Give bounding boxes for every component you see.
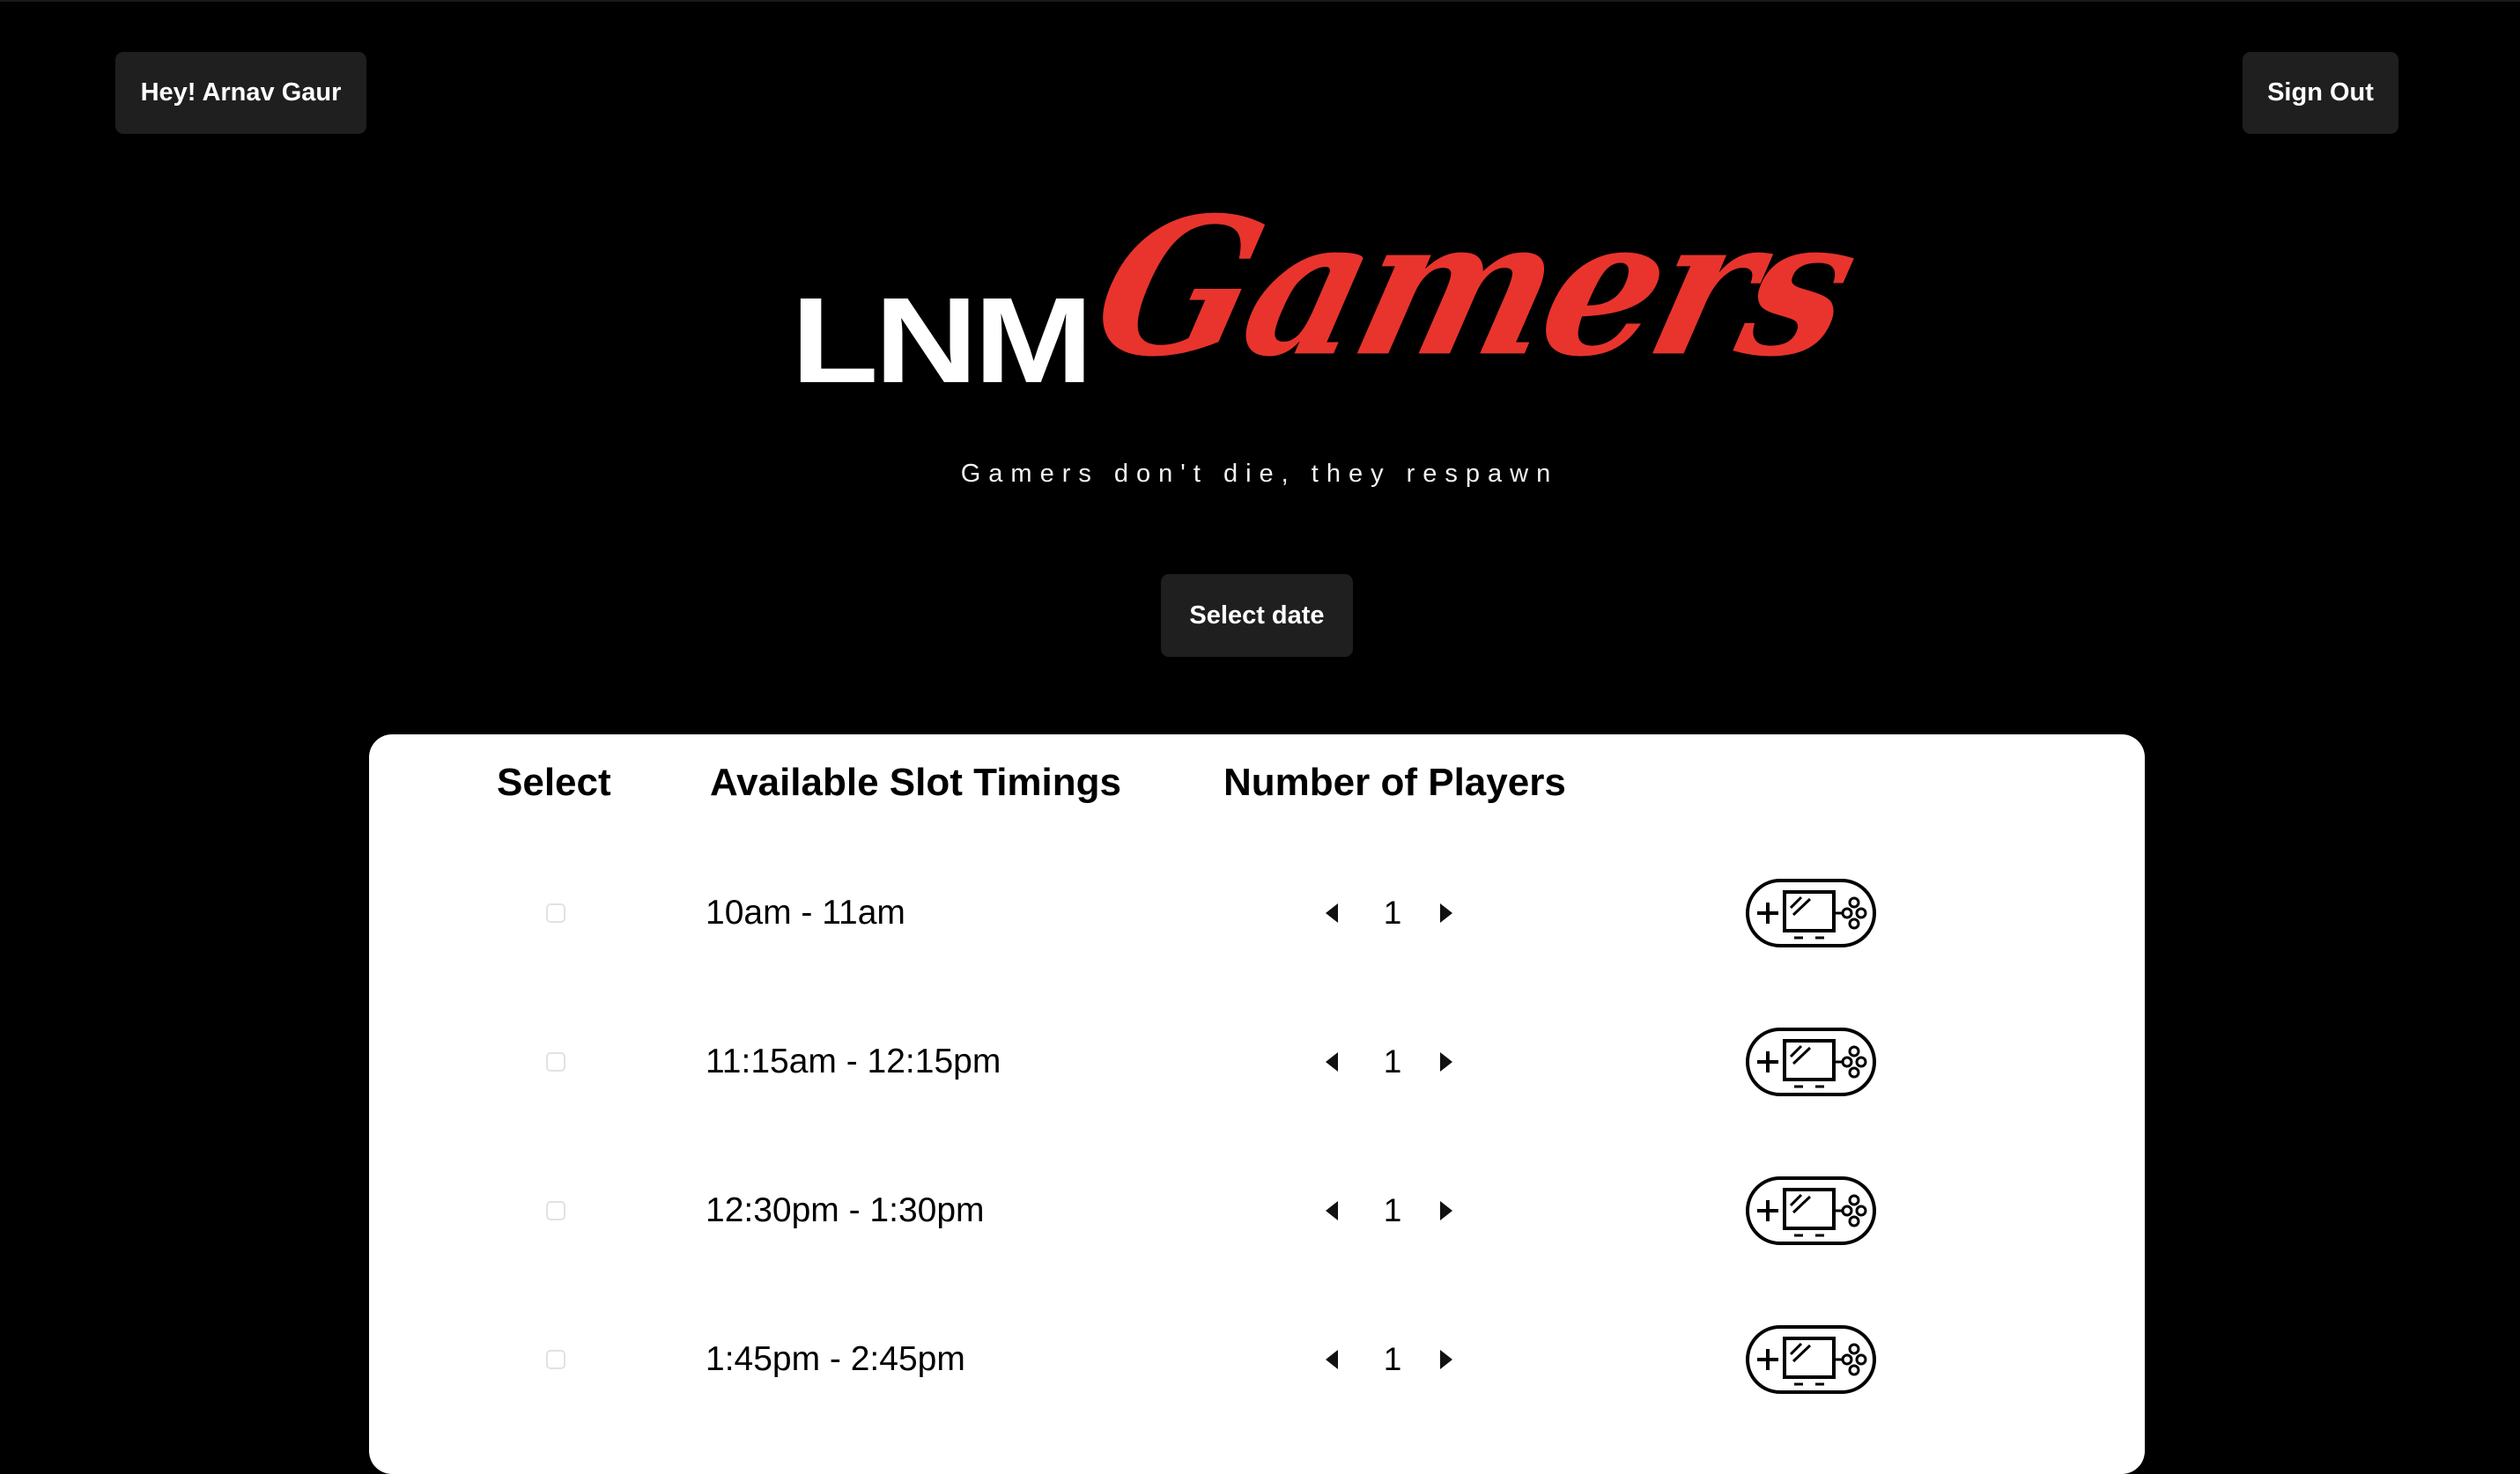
slot-row: 12:30pm - 1:30pm 1 [369,1158,2145,1264]
chevron-right-icon[interactable] [1433,901,1458,925]
players-count: 1 [1383,1043,1402,1080]
slot-time: 11:15am - 12:15pm [706,1043,1001,1080]
slot-row: 11:15am - 12:15pm 1 [369,1009,2145,1115]
slot-row: 10am - 11am 1 [369,860,2145,966]
players-count: 1 [1383,895,1402,931]
add-console-icon[interactable] [1745,1176,1877,1246]
players-stepper: 1 [1320,1184,1452,1237]
chevron-left-icon[interactable] [1320,1050,1345,1074]
slot-table-card: Select Available Slot Timings Number of … [369,734,2145,1474]
logo-text-script: Gamers [1075,176,1873,399]
add-console-icon[interactable] [1745,1027,1877,1097]
players-stepper: 1 [1320,887,1452,940]
slot-time: 10am - 11am [706,894,905,932]
chevron-right-icon[interactable] [1433,1050,1458,1074]
players-count: 1 [1383,1341,1402,1377]
slot-checkbox[interactable] [546,1052,565,1072]
chevron-left-icon[interactable] [1320,901,1345,925]
tagline: Gamers don't die, they respawn [960,460,1559,488]
logo-text-primary: LNM [791,273,1093,409]
select-date-button[interactable]: Select date [1161,574,1353,657]
players-stepper: 1 [1320,1035,1452,1088]
slot-time: 12:30pm - 1:30pm [706,1191,985,1229]
slot-checkbox[interactable] [546,1350,565,1369]
user-greeting-button[interactable]: Hey! Arnav Gaur [115,52,366,134]
column-header-select: Select [497,761,611,804]
players-stepper: 1 [1320,1333,1452,1386]
add-console-icon[interactable] [1745,878,1877,948]
slot-checkbox[interactable] [546,903,565,923]
chevron-right-icon[interactable] [1433,1347,1458,1372]
add-console-icon[interactable] [1745,1324,1877,1395]
column-header-players: Number of Players [1223,761,1566,804]
sign-out-button[interactable]: Sign Out [2243,52,2398,134]
chevron-right-icon[interactable] [1433,1198,1458,1223]
slot-row: 1:45pm - 2:45pm 1 [369,1307,2145,1412]
chevron-left-icon[interactable] [1320,1198,1345,1223]
slot-checkbox[interactable] [546,1201,565,1220]
players-count: 1 [1383,1192,1402,1228]
top-divider [0,0,2520,2]
column-header-timings: Available Slot Timings [710,761,1122,804]
slot-time: 1:45pm - 2:45pm [706,1340,965,1378]
chevron-left-icon[interactable] [1320,1347,1345,1372]
brand-logo: LNM Gamers [775,177,1873,449]
